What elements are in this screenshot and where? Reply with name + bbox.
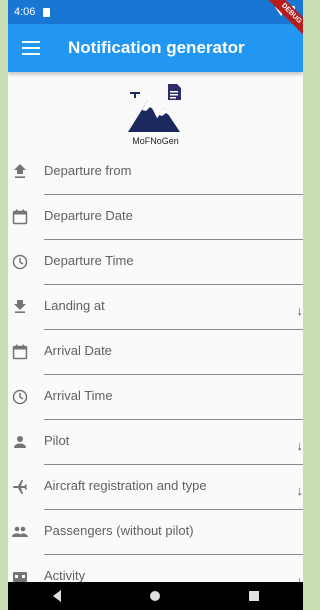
field-label: Departure Date — [44, 208, 133, 223]
field-label: Arrival Time — [44, 388, 113, 403]
status-time: 4:06 — [14, 6, 36, 18]
airplane-icon — [12, 479, 28, 495]
field-label: Activity — [44, 568, 86, 583]
recent-apps-icon[interactable] — [248, 591, 259, 601]
calendar-icon — [12, 344, 28, 360]
sim-card-icon — [43, 7, 51, 17]
download-icon — [12, 299, 28, 315]
field-departure-time[interactable]: Departure Time — [8, 240, 303, 285]
app-bar-title: Notification generator — [68, 38, 245, 57]
logo-name: MoFNoGen — [132, 136, 179, 146]
upload-icon — [12, 164, 28, 180]
field-passengers-without-pilot[interactable]: Passengers (without pilot) — [8, 510, 303, 555]
phone-screen: 4:06 DEBUG Notification generator MoFNoG… — [8, 0, 303, 610]
field-label: Pilot — [44, 433, 70, 448]
app-bar: Notification generator — [8, 24, 303, 72]
field-departure-from[interactable]: Departure from — [8, 150, 303, 195]
person-icon — [12, 434, 28, 450]
field-label: Departure Time — [44, 253, 134, 268]
field-arrival-date[interactable]: Arrival Date — [8, 330, 303, 375]
field-label: Arrival Date — [44, 343, 112, 358]
field-landing-at[interactable]: Landing at ↓ — [8, 285, 303, 330]
dropdown-arrow-icon[interactable]: ↓ — [297, 303, 304, 318]
clock-icon — [12, 389, 28, 405]
home-icon[interactable] — [149, 591, 160, 601]
field-label: Aircraft registration and type — [44, 478, 207, 493]
field-label: Landing at — [44, 298, 105, 313]
dropdown-arrow-icon[interactable]: ↓ — [297, 483, 304, 498]
logo-area: MoFNoGen — [8, 72, 303, 150]
field-label: Passengers (without pilot) — [44, 523, 194, 538]
field-departure-date[interactable]: Departure Date — [8, 195, 303, 240]
flight-form: Departure from Departure Date Departure Ti… — [8, 150, 303, 600]
android-nav-bar — [8, 582, 303, 610]
hamburger-menu-icon[interactable] — [22, 41, 40, 55]
back-icon[interactable] — [52, 590, 61, 602]
app-logo — [127, 84, 181, 132]
field-pilot[interactable]: Pilot ↓ — [8, 420, 303, 465]
clock-icon — [12, 254, 28, 270]
calendar-icon — [12, 209, 28, 225]
people-icon — [12, 524, 28, 540]
field-aircraft-registration-and-type[interactable]: Aircraft registration and type ↓ — [8, 465, 303, 510]
field-arrival-time[interactable]: Arrival Time — [8, 375, 303, 420]
status-bar: 4:06 DEBUG — [8, 0, 303, 40]
field-label: Departure from — [44, 163, 132, 178]
dropdown-arrow-icon[interactable]: ↓ — [297, 438, 304, 453]
